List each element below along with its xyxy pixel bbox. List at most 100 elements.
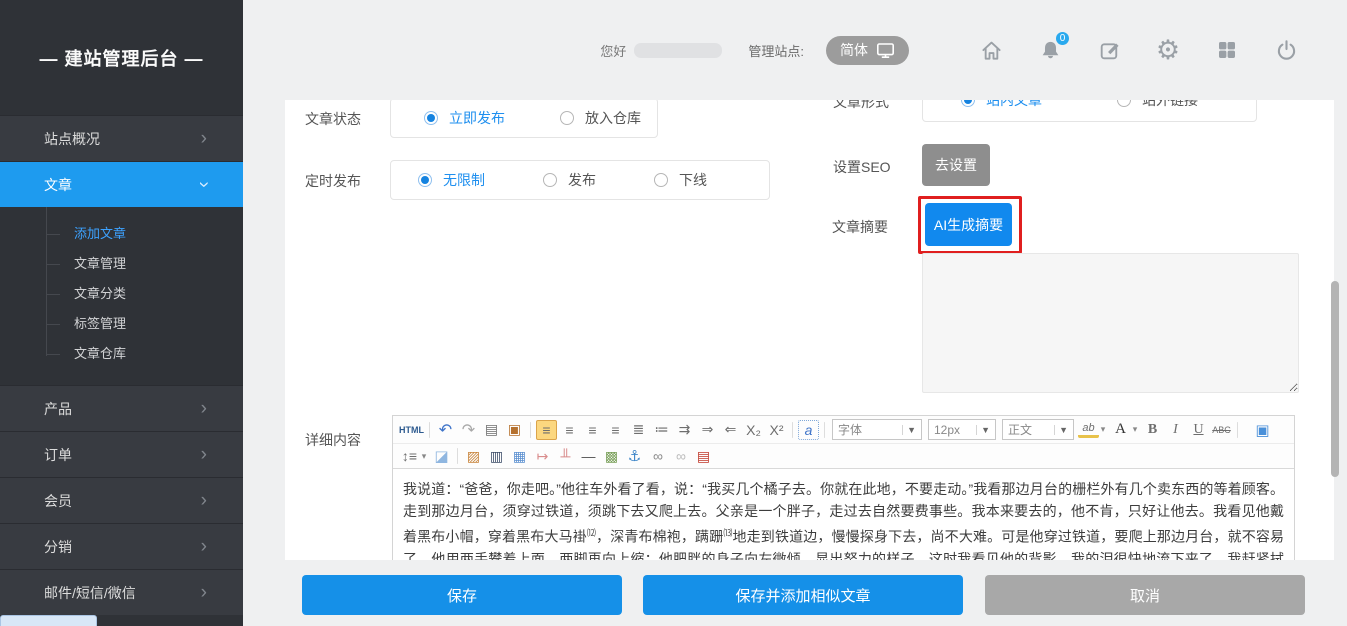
editor-toolbar-row1: HTML↶↷▤▣≡≡≡≡≣≔⇉⇒⇐X₂X²a 字体▼ 12px▼ 正文▼ ab▾… [393,416,1294,444]
ai-generate-summary-button[interactable]: AI生成摘要 [925,203,1012,246]
select-caret-icon: ▼ [976,425,990,435]
radio-offline[interactable]: 下线 [654,170,707,190]
greeting-text: 您好 [600,41,626,60]
word-import-icon[interactable]: ▤ [693,446,714,466]
chevron-right-icon: › [201,399,207,418]
submenu-item-article-category[interactable]: 文章分类 [0,279,243,309]
language-toggle-button[interactable]: 简体 [826,36,909,65]
sidebar-item-members[interactable]: 会员 › [0,477,243,523]
redo-icon[interactable]: ↷ [458,420,479,440]
summary-label: 文章摘要 [832,217,888,237]
manage-site-label: 管理站点: [748,41,804,60]
sidebar-item-articles[interactable]: 文章 › [0,161,243,207]
radio-publish-now[interactable]: 立即发布 [424,108,505,128]
insert-video-icon[interactable]: ▥ [486,446,507,466]
submenu-item-article-manage[interactable]: 文章管理 [0,249,243,279]
submenu-item-add-article[interactable]: 添加文章 [0,219,243,249]
bell-icon[interactable]: 0 [1037,37,1063,63]
sidebar-item-site-overview[interactable]: 站点概况 › [0,115,243,161]
strikethrough-icon[interactable]: ABC [1211,420,1232,440]
editor-toolbar-row2: ↕≡▾◪▨▥▦↦╨—▩⚓∞∞▤ [393,444,1294,469]
grid-apps-icon[interactable] [1214,37,1240,63]
radio-icon [654,173,668,187]
line-height-icon[interactable]: ↕≡ [399,446,420,466]
chevron-right-icon: › [201,491,207,510]
anchor-icon[interactable]: ⚓ [624,446,645,466]
article-type-group: 站内文章 站外链接 [922,100,1257,122]
seo-settings-button[interactable]: 去设置 [922,144,990,186]
print-icon[interactable]: ▤ [481,420,502,440]
highlight-caret-icon[interactable]: ▾ [1098,420,1108,440]
unlink-icon[interactable]: ∞ [670,446,691,466]
radio-site-article[interactable]: 站内文章 [961,100,1042,110]
ordered-list-icon[interactable]: ≣ [628,420,649,440]
radio-icon [418,173,432,187]
column-split-icon[interactable]: ╨ [555,446,576,466]
sidebar-item-products[interactable]: 产品 › [0,385,243,431]
gear-icon[interactable]: ⚙ [1155,37,1181,63]
sidebar-item-orders[interactable]: 订单 › [0,431,243,477]
align-left-icon[interactable]: ≡ [536,420,557,440]
radio-icon [424,111,438,125]
autotypeset-icon[interactable]: a [798,420,819,440]
footnote-ref-13: ⒀ [723,528,732,538]
italic-icon[interactable]: I [1165,420,1186,440]
cancel-button[interactable]: 取消 [985,575,1305,615]
align-right-icon[interactable]: ≡ [582,420,603,440]
align-justify-icon[interactable]: ≡ [605,420,626,440]
home-icon[interactable] [978,37,1004,63]
vertical-scrollbar-thumb[interactable] [1331,281,1339,477]
power-icon[interactable] [1273,37,1299,63]
outdent-icon[interactable]: ⇐ [720,420,741,440]
radio-publish[interactable]: 发布 [543,170,596,190]
insert-table-icon[interactable]: ▦ [509,446,530,466]
highlight-color-icon[interactable]: ab [1078,422,1099,438]
sidebar-item-mail-sms-wechat[interactable]: 邮件/短信/微信 › [0,569,243,615]
paragraph-format-select[interactable]: 正文▼ [1002,419,1074,440]
font-color-icon[interactable]: A [1110,420,1131,440]
horizontal-rule-icon[interactable]: — [578,446,599,466]
save-button[interactable]: 保存 [302,575,622,615]
line-height-caret-icon[interactable]: ▾ [419,446,429,466]
summary-textarea[interactable] [922,253,1299,393]
radio-external-link[interactable]: 站外链接 [1117,100,1198,110]
pagebreak-icon[interactable]: ↦ [532,446,553,466]
indent-firstline-icon[interactable]: ⇉ [674,420,695,440]
radio-to-warehouse[interactable]: 放入仓库 [560,108,641,128]
content-label: 详细内容 [305,430,361,450]
font-family-select[interactable]: 字体▼ [832,419,922,440]
chevron-right-icon: › [201,537,207,556]
screenshot-icon[interactable]: ▩ [601,446,622,466]
compose-icon[interactable] [1096,37,1122,63]
undo-icon[interactable]: ↶ [435,420,456,440]
unordered-list-icon[interactable]: ≔ [651,420,672,440]
subscript-icon[interactable]: X₂ [743,420,764,440]
sidebar-item-distribution[interactable]: 分销 › [0,523,243,569]
font-size-select[interactable]: 12px▼ [928,419,996,440]
paste-plain-icon[interactable]: ▣ [504,420,525,440]
submenu-item-article-warehouse[interactable]: 文章仓库 [0,339,243,369]
timed-publish-group: 无限制 发布 下线 [390,160,770,200]
remove-format-icon[interactable]: ◪ [431,446,452,466]
insert-image-icon[interactable]: ▨ [463,446,484,466]
select-caret-icon: ▼ [902,425,916,435]
bold-icon[interactable]: B [1142,420,1163,440]
font-color-caret-icon[interactable]: ▾ [1130,420,1140,440]
preview-screen-icon[interactable]: ▣ [1252,420,1273,440]
submenu-item-tag-manage[interactable]: 标签管理 [0,309,243,339]
browser-link-preview [0,615,97,626]
link-icon[interactable]: ∞ [647,446,668,466]
article-type-label: 文章形式 [833,100,889,112]
align-center-icon[interactable]: ≡ [559,420,580,440]
toolbar-separator [824,422,825,438]
indent-icon[interactable]: ⇒ [697,420,718,440]
editor-content-area[interactable]: 我说道：“爸爸，你走吧。”他往车外看了看，说：“我买几个橘子去。你就在此地，不要… [393,469,1294,560]
radio-no-limit[interactable]: 无限制 [418,170,485,190]
source-html-button[interactable]: HTML [399,420,424,440]
footer-action-bar: 保存 保存并添加相似文章 取消 [243,560,1347,626]
save-and-add-similar-button[interactable]: 保存并添加相似文章 [643,575,963,615]
superscript-icon[interactable]: X² [766,420,787,440]
article-form-card: 文章形式 站内文章 站外链接 文章状态 立即发布 放入仓库 定时发布 [285,100,1334,560]
radio-icon [560,111,574,125]
underline-icon[interactable]: U [1188,420,1209,440]
